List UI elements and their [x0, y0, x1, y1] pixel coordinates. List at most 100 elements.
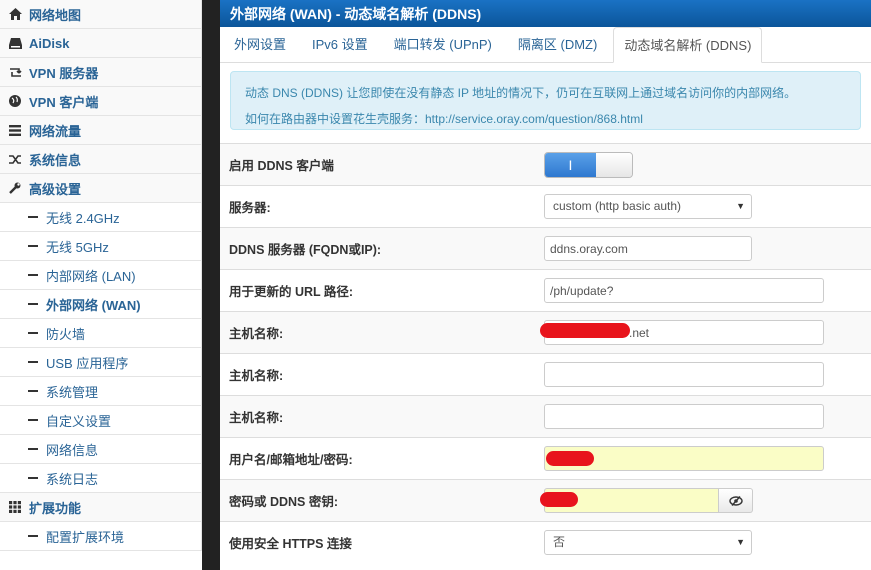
update-url-input[interactable]	[544, 278, 824, 303]
main-panel: 外部网络 (WAN) - 动态域名解析 (DDNS) 外网设置 IPv6 设置 …	[220, 0, 871, 570]
tab-bar: 外网设置 IPv6 设置 端口转发 (UPnP) 隔离区 (DMZ) 动态域名解…	[220, 27, 871, 63]
row-username: 用户名/邮箱地址/密码:	[220, 437, 871, 479]
chevron-down-icon: ▼	[736, 537, 745, 547]
th-icon	[8, 501, 22, 513]
row-hostname-3: 主机名称:	[220, 395, 871, 437]
sidebar-item-0[interactable]: 网络地图	[0, 0, 202, 29]
sidebar-item-label: 配置扩展环境	[46, 529, 125, 545]
sidebar-item-17[interactable]: 扩展功能	[0, 493, 202, 522]
minus-icon	[28, 332, 38, 334]
toggle-password-visibility-button[interactable]	[719, 488, 753, 513]
ddns-form: 启用 DDNS 客户端 I 服务器: custom (http basic au…	[220, 143, 871, 563]
sidebar-item-label: 内部网络 (LAN)	[46, 268, 136, 284]
sidebar-item-3[interactable]: VPN 客户端	[0, 87, 202, 116]
ddns-server-label: DDNS 服务器 (FQDN或IP):	[229, 243, 382, 257]
tab-ipv6-settings[interactable]: IPv6 设置	[302, 27, 378, 62]
sidebar-item-label: 防火墙	[46, 326, 86, 342]
sidebar-item-label: 网络地图	[29, 7, 82, 23]
sidebar-item-label: 无线 5GHz	[46, 239, 109, 255]
home-icon	[8, 8, 22, 20]
toggle-off-state	[596, 152, 632, 177]
chevron-down-icon: ▼	[736, 201, 745, 211]
sidebar-item-label: VPN 服务器	[29, 65, 99, 81]
sidebar-item-label: 系统管理	[46, 384, 99, 400]
info-line-1: 动态 DNS (DDNS) 让您即使在没有静态 IP 地址的情况下，仍可在互联网…	[245, 86, 797, 100]
minus-icon	[28, 274, 38, 276]
https-select-value: 否	[553, 535, 566, 549]
minus-icon	[28, 477, 38, 479]
toggle-on-state: I	[545, 152, 596, 177]
row-https: 使用安全 HTTPS 连接 否 ▼	[220, 521, 871, 563]
sidebar-item-2[interactable]: VPN 服务器	[0, 58, 202, 87]
info-alert: 动态 DNS (DDNS) 让您即使在没有静态 IP 地址的情况下，仍可在互联网…	[230, 71, 861, 130]
enable-ddns-toggle[interactable]: I	[544, 151, 633, 178]
minus-icon	[28, 535, 38, 537]
sidebar-item-15[interactable]: 网络信息	[0, 435, 202, 464]
redaction-mark	[540, 492, 578, 507]
sidebar-item-label: AiDisk	[29, 35, 70, 51]
minus-icon	[28, 361, 38, 363]
server-select[interactable]: custom (http basic auth) ▼	[544, 194, 752, 219]
minus-icon	[28, 216, 38, 218]
row-server: 服务器: custom (http basic auth) ▼	[220, 185, 871, 227]
ddns-server-input[interactable]	[544, 236, 752, 261]
sidebar-item-9[interactable]: 内部网络 (LAN)	[0, 261, 202, 290]
server-label: 服务器:	[229, 201, 271, 215]
sidebar-divider	[202, 0, 220, 570]
tab-ddns[interactable]: 动态域名解析 (DDNS)	[613, 27, 763, 63]
minus-icon	[28, 390, 38, 392]
sidebar-item-14[interactable]: 自定义设置	[0, 406, 202, 435]
sidebar-item-16[interactable]: 系统日志	[0, 464, 202, 493]
list-icon	[8, 124, 22, 136]
sidebar-item-4[interactable]: 网络流量	[0, 116, 202, 145]
redaction-mark	[540, 323, 630, 338]
minus-icon	[28, 245, 38, 247]
hostname-2-label: 主机名称:	[229, 369, 284, 383]
https-label: 使用安全 HTTPS 连接	[229, 537, 352, 551]
row-ddns-server: DDNS 服务器 (FQDN或IP):	[220, 227, 871, 269]
enable-ddns-label: 启用 DDNS 客户端	[229, 159, 334, 173]
sidebar-item-11[interactable]: 防火墙	[0, 319, 202, 348]
https-select[interactable]: 否 ▼	[544, 530, 752, 555]
username-field	[544, 446, 824, 471]
update-url-label: 用于更新的 URL 路径:	[229, 285, 354, 299]
sidebar-item-13[interactable]: 系统管理	[0, 377, 202, 406]
tab-port-forwarding[interactable]: 端口转发 (UPnP)	[384, 27, 502, 62]
sidebar-item-7[interactable]: 无线 2.4GHz	[0, 203, 202, 232]
password-field	[540, 488, 753, 513]
hostname-2-input[interactable]	[544, 362, 824, 387]
sidebar-item-label: 高级设置	[29, 181, 82, 197]
tab-wan-settings[interactable]: 外网设置	[224, 27, 296, 62]
sidebar-item-label: 系统信息	[29, 152, 82, 168]
sidebar-item-label: 扩展功能	[29, 500, 82, 516]
eye-slash-icon	[728, 495, 743, 506]
redaction-mark	[546, 451, 594, 466]
retweet-icon	[8, 67, 22, 78]
row-enable-ddns: 启用 DDNS 客户端 I	[220, 143, 871, 185]
sidebar-item-18[interactable]: 配置扩展环境	[0, 522, 202, 551]
sidebar-item-10[interactable]: 外部网络 (WAN)	[0, 290, 202, 319]
sidebar-item-label: 网络流量	[29, 123, 82, 139]
tab-dmz[interactable]: 隔离区 (DMZ)	[508, 27, 607, 62]
sidebar-item-12[interactable]: USB 应用程序	[0, 348, 202, 377]
hostname-3-input[interactable]	[544, 404, 824, 429]
sidebar-item-label: 网络信息	[46, 442, 99, 458]
hdd-icon	[8, 37, 22, 49]
username-label: 用户名/邮箱地址/密码:	[229, 453, 353, 467]
random-icon	[8, 154, 22, 165]
info-line-2: 如何在路由器中设置花生壳服务：http://service.oray.com/q…	[245, 112, 643, 126]
sidebar-item-label: 无线 2.4GHz	[46, 210, 120, 226]
row-password: 密码或 DDNS 密钥:	[220, 479, 871, 521]
server-select-value: custom (http basic auth)	[553, 199, 682, 213]
sidebar-item-6[interactable]: 高级设置	[0, 174, 202, 203]
minus-icon	[28, 419, 38, 421]
sidebar-item-5[interactable]: 系统信息	[0, 145, 202, 174]
row-hostname-2: 主机名称:	[220, 353, 871, 395]
sidebar-item-8[interactable]: 无线 5GHz	[0, 232, 202, 261]
sidebar-item-1[interactable]: AiDisk	[0, 29, 202, 58]
sidebar: 网络地图 AiDisk VPN 服务器 VPN 客户端网络流量系统信息高级设置无线 2…	[0, 0, 202, 570]
globe-icon	[8, 95, 22, 107]
hostname-1-label: 主机名称:	[229, 327, 284, 341]
sidebar-item-label: 外部网络 (WAN)	[46, 297, 141, 313]
minus-icon	[28, 303, 38, 305]
